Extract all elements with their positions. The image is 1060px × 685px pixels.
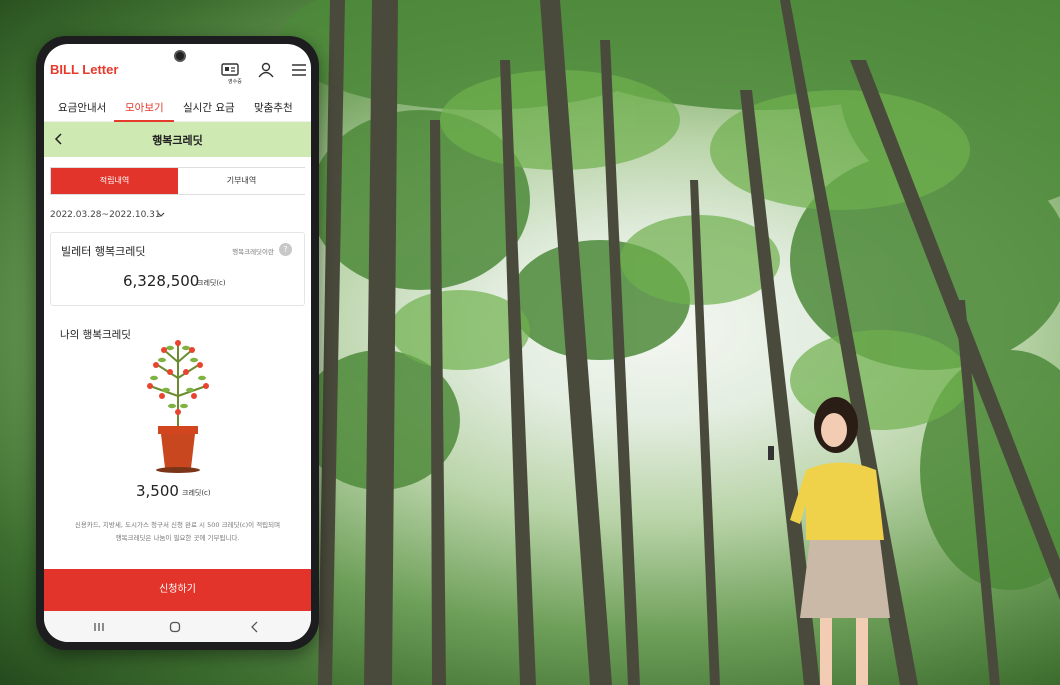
history-segment-control: 적립내역 기부내역 [50,167,305,195]
total-credit-card: 빌레터 행복크레딧 행복크레딧이란 ? 6,328,500 크레딧(c) [50,232,305,306]
chevron-down-icon[interactable] [157,212,165,218]
my-credit-title: 나의 행복크레딧 [60,329,131,341]
home-icon[interactable] [168,620,182,634]
tab-collection[interactable]: 모아보기 [125,100,164,115]
nav-back-icon[interactable] [248,620,262,634]
bill-letter-logo[interactable]: BILL Letter [50,62,118,77]
potted-tree-icon [147,340,209,473]
phone-screen: BILL Letter 영수증 요금안내서 모아보기 실시간 요금 맞춤추천 행… [44,44,311,642]
notice-line-2: 행복크레딧은 나눔이 필요한 곳에 기부됩니다. [115,534,240,542]
tab-recommend[interactable]: 맞춤추천 [254,100,293,115]
system-navigation-bar [44,611,311,642]
subheader: 행복크레딧 [44,122,311,157]
logo-bill: BILL [50,62,79,77]
logo-letter: Letter [82,62,119,77]
person-icon[interactable] [256,62,276,78]
period-selector[interactable]: 2022.03.28~2022.10.31 [50,210,161,220]
accumulation-history-button[interactable]: 적립내역 [51,168,178,194]
total-credit-value: 6,328,500 [123,272,200,290]
page-title: 행복크레딧 [152,134,203,147]
tab-bill-guide[interactable]: 요금안내서 [58,100,106,115]
front-camera [174,50,186,62]
total-credit-title: 빌레터 행복크레딧 [61,245,146,258]
notice-line-1: 신용카드, 지방세, 도시가스 청구서 신청 완료 시 500 크레딧(c)이 … [74,521,281,529]
menu-icon[interactable] [289,62,309,78]
donation-history-button[interactable]: 기부내역 [178,168,305,194]
credit-notice: 신용카드, 지방세, 도시가스 청구서 신청 완료 시 500 크레딧(c)이 … [52,519,303,545]
receipt-label: 영수증 [228,79,242,85]
phone-frame: BILL Letter 영수증 요금안내서 모아보기 실시간 요금 맞춤추천 행… [36,36,319,650]
help-icon[interactable]: ? [279,243,292,256]
tab-realtime-fee[interactable]: 실시간 요금 [183,100,235,115]
my-credit-unit: 크레딧(c) [182,489,211,497]
receipt-icon[interactable] [220,62,240,78]
total-credit-unit: 크레딧(c) [197,279,226,287]
recent-apps-icon[interactable] [92,620,106,634]
apply-button[interactable]: 신청하기 [44,569,311,611]
my-credit-value: 3,500 [136,482,179,500]
what-is-credit-link[interactable]: 행복크레딧이란 [232,246,274,256]
main-tabs: 요금안내서 모아보기 실시간 요금 맞춤추천 [44,94,311,122]
